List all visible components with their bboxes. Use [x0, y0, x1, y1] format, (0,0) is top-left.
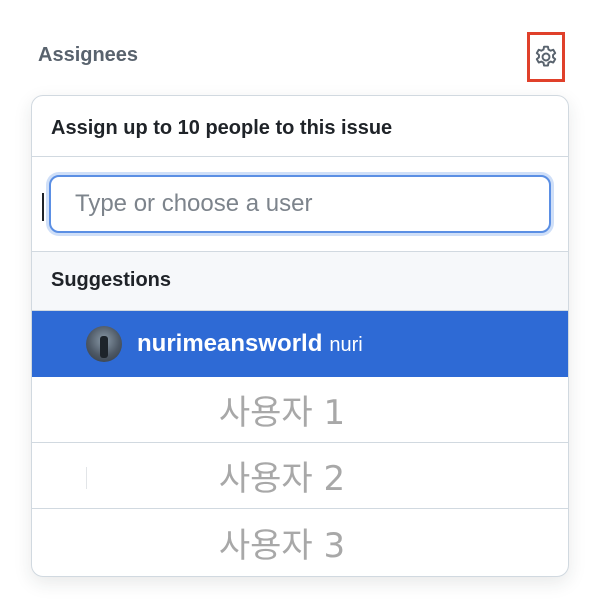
- suggestion-label: 사용자 1: [218, 393, 346, 433]
- suggestion-item-nurimeansworld[interactable]: nurimeansworld nuri: [32, 311, 568, 377]
- user-avatar: [86, 326, 122, 362]
- divider-tick: [86, 467, 87, 489]
- user-display-name: nuri: [329, 334, 363, 356]
- user-login: nurimeansworld: [137, 330, 323, 357]
- user-search-input[interactable]: [49, 175, 551, 233]
- popover-title: Assign up to 10 people to this issue: [32, 96, 568, 157]
- gear-icon: [535, 45, 557, 67]
- suggestion-label: 사용자 3: [218, 525, 346, 566]
- suggestion-item-user-3[interactable]: 사용자 3: [32, 509, 568, 575]
- assignees-popover: Assign up to 10 people to this issue Sug…: [31, 95, 569, 577]
- filter-area: [32, 157, 568, 252]
- suggestions-header: Suggestions: [32, 252, 568, 311]
- assignees-settings-button[interactable]: [527, 32, 565, 82]
- suggestion-item-user-1[interactable]: 사용자 1: [32, 377, 568, 443]
- suggestion-item-user-2[interactable]: 사용자 2: [32, 443, 568, 509]
- assignees-label: Assignees: [38, 44, 139, 66]
- suggestion-label: 사용자 2: [218, 459, 346, 499]
- text-cursor: [42, 193, 44, 221]
